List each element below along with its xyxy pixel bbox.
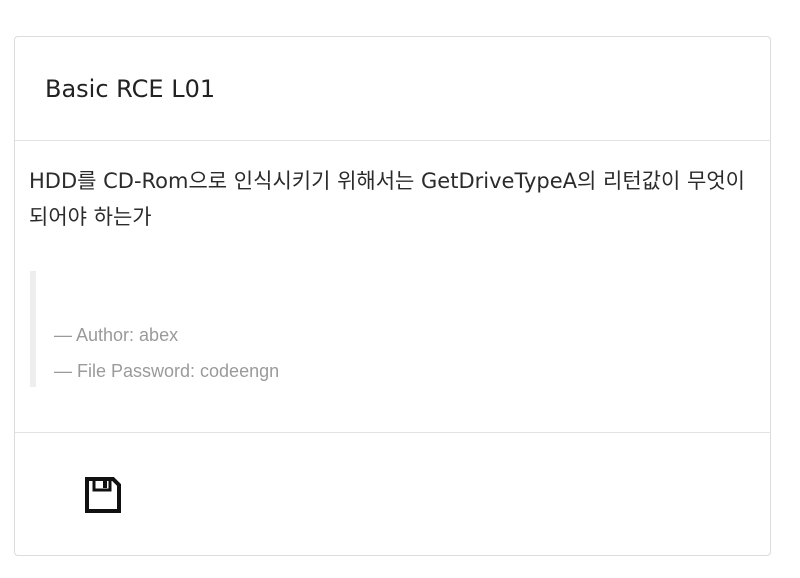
download-button[interactable] bbox=[83, 475, 123, 515]
card-title: Basic RCE L01 bbox=[45, 75, 216, 103]
author-line: — Author: abex bbox=[54, 325, 179, 345]
card-header: Basic RCE L01 bbox=[15, 37, 770, 141]
card-footer bbox=[15, 433, 770, 555]
card-body: HDD를 CD-Rom으로 인식시키기 위해서는 GetDriveTypeA의 … bbox=[15, 141, 770, 433]
challenge-card: Basic RCE L01 HDD를 CD-Rom으로 인식시키기 위해서는 G… bbox=[14, 36, 771, 556]
blockquote: — Author: abex — File Password: codeengn bbox=[30, 271, 279, 387]
floppy-disk-icon bbox=[85, 477, 121, 513]
password-line: — File Password: codeengn bbox=[54, 361, 280, 381]
question-text: HDD를 CD-Rom으로 인식시키기 위해서는 GetDriveTypeA의 … bbox=[29, 169, 745, 229]
